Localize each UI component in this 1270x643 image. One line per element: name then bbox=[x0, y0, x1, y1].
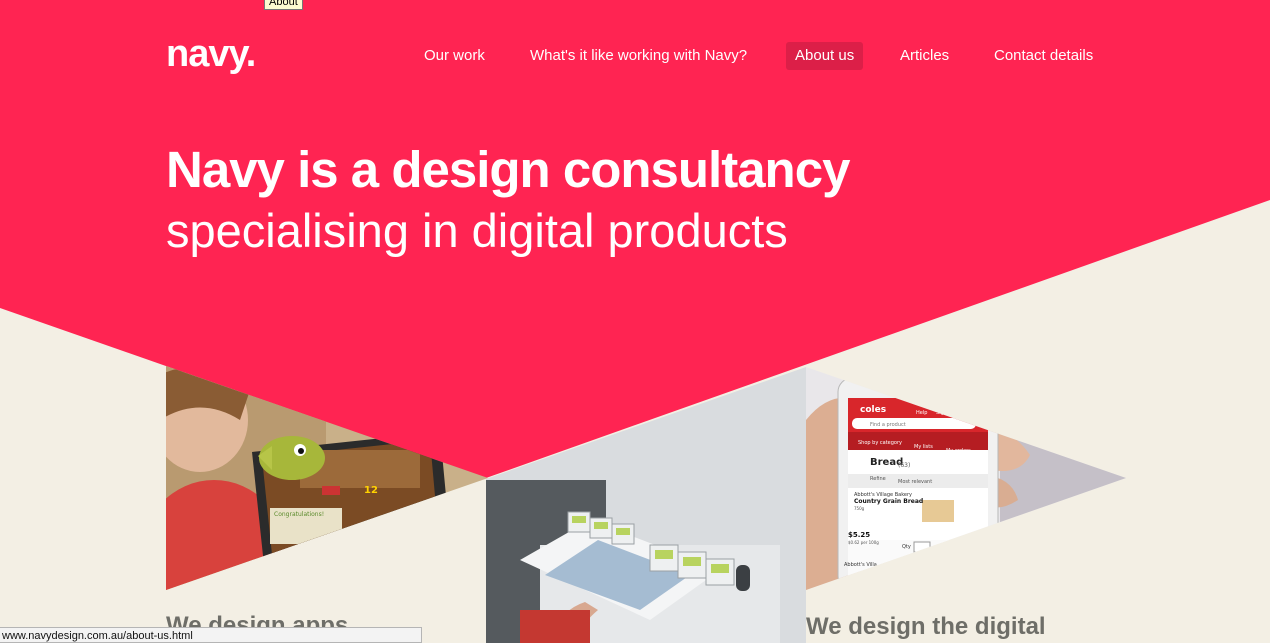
phone-unit-price: $0.62 per 100g bbox=[848, 540, 879, 545]
status-bar-url: www.navydesign.com.au/about-us.html bbox=[0, 627, 422, 643]
section-heading-digital: We design the digital bbox=[806, 613, 1046, 640]
nav-about-us[interactable]: About us bbox=[786, 42, 864, 70]
phone-qty-label: Qty bbox=[902, 544, 911, 550]
phone-tab-lists: My lists bbox=[914, 444, 933, 450]
page-background: Congratulations! 12 coles Help Find a pr… bbox=[0, 0, 1270, 643]
phone-tab-category: Shop by category bbox=[858, 440, 902, 446]
nav-articles[interactable]: Articles bbox=[891, 42, 958, 70]
game-score: 12 bbox=[364, 485, 378, 496]
phone-help: Help bbox=[916, 410, 927, 416]
phone-refine: Refine bbox=[870, 476, 886, 482]
tooltip: About bbox=[264, 0, 303, 10]
nav-contact-details[interactable]: Contact details bbox=[985, 42, 1102, 70]
navy-logo[interactable]: navy. bbox=[166, 34, 256, 74]
phone-tab-orders: My orders bbox=[946, 448, 971, 454]
phone-product-size: 750g bbox=[854, 506, 865, 511]
phone-price: $5.25 bbox=[848, 531, 870, 539]
hero-headline: Navy is a design consultancy bbox=[166, 141, 850, 198]
phone-brand: coles bbox=[860, 405, 886, 415]
hero: Navy is a design consultancy specialisin… bbox=[166, 140, 850, 262]
game-banner-text: Congratulations! bbox=[274, 511, 324, 518]
nav-working-with-navy[interactable]: What's it like working with Navy? bbox=[521, 42, 756, 70]
phone-product-name: Country Grain Bread bbox=[854, 498, 923, 505]
phone-sort: Most relevant bbox=[898, 479, 932, 485]
phone-count: (63) bbox=[898, 462, 910, 469]
phone-search: Find a product bbox=[870, 422, 906, 428]
hero-subheadline: specialising in digital products bbox=[166, 204, 788, 257]
nav-our-work[interactable]: Our work bbox=[415, 42, 494, 70]
